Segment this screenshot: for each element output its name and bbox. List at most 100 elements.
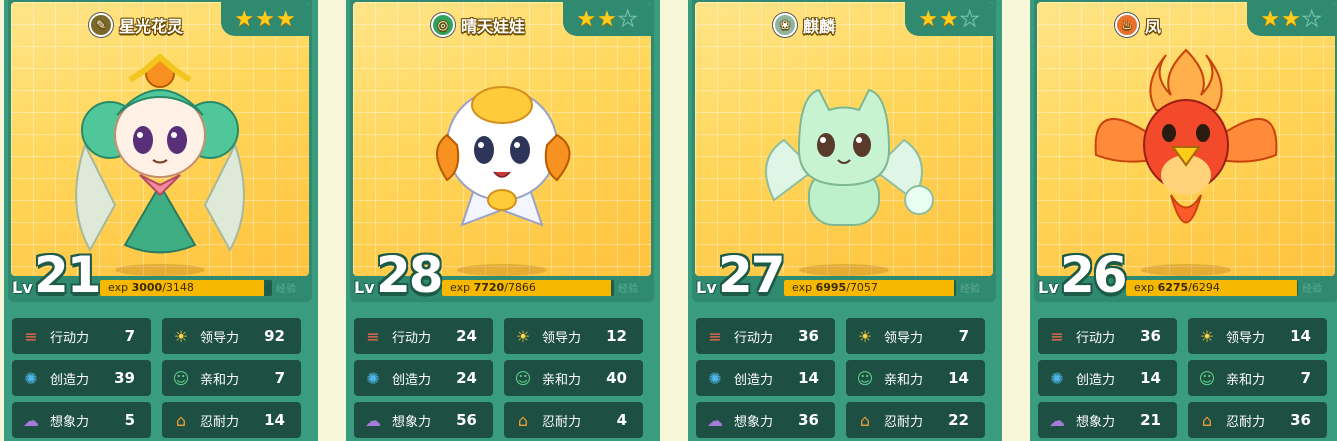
star-filled-icon: ★ — [939, 6, 959, 32]
wind-icon: ◎ — [431, 13, 455, 37]
cloud-element-icon: ❀ — [773, 13, 797, 37]
stat-speed: ≡ 行动力 7 — [12, 318, 151, 354]
cloud-icon: ☁ — [707, 410, 723, 430]
smile-icon: ☺ — [1198, 368, 1216, 388]
stat-label: 想象力 — [1076, 414, 1116, 430]
level-label: Lv — [354, 278, 375, 297]
shield-icon: ⌂ — [175, 410, 187, 430]
exp-text: exp 3000/3148 — [108, 281, 194, 294]
stat-label: 想象力 — [734, 414, 774, 430]
stat-value: 14 — [264, 411, 285, 429]
stat-sun: ☀ 领导力 12 — [504, 318, 643, 354]
rarity-stars: ★ ★ ★ — [905, 2, 993, 36]
stat-label: 行动力 — [734, 330, 774, 346]
stat-value: 22 — [948, 411, 969, 429]
sun-icon: ☀ — [1199, 326, 1215, 346]
rarity-stars: ★ ★ ★ — [563, 2, 651, 36]
stat-label: 创造力 — [50, 372, 90, 388]
stat-label: 想象力 — [392, 414, 432, 430]
stat-smile: ☺ 亲和力 7 — [162, 360, 301, 396]
bulb-icon: ✺ — [1050, 368, 1064, 388]
stat-sun: ☀ 领导力 7 — [846, 318, 985, 354]
bulb-icon: ✺ — [708, 368, 722, 388]
exp-text: exp 6995/7057 — [792, 281, 878, 294]
star-filled-icon: ★ — [918, 6, 939, 32]
stat-sun: ☀ 领导力 14 — [1188, 318, 1327, 354]
stat-bulb: ✺ 创造力 39 — [12, 360, 151, 396]
stat-value: 5 — [124, 411, 135, 429]
shield-icon: ⌂ — [1201, 410, 1213, 430]
stat-bulb: ✺ 创造力 14 — [696, 360, 835, 396]
exp-text: exp 6275/6294 — [1134, 281, 1220, 294]
pet-card[interactable]: ♨ 凤 ★ ★ ★ Lv 26 exp 6275/6294 经验 ≡ 行动力 36 ☀ 领导… — [1030, 0, 1337, 441]
exp-bar: exp 3000/3148 — [100, 280, 272, 296]
stat-smile: ☺ 亲和力 7 — [1188, 360, 1327, 396]
stat-label: 亲和力 — [200, 372, 240, 388]
star-filled-icon: ★ — [597, 6, 617, 32]
stat-cloud: ☁ 想象力 5 — [12, 402, 151, 438]
cloud-icon: ☁ — [23, 410, 39, 430]
stat-value: 36 — [798, 327, 819, 345]
pet-card[interactable]: ✎ 星光花灵 ★ ★ ★ Lv 21 exp 3000/3148 经验 ≡ 行动力 7 ☀… — [4, 0, 318, 441]
pet-card[interactable]: ❀ 麒麟 ★ ★ ★ Lv 27 exp 6995/7057 经验 ≡ 行动力 36 ☀ 领… — [688, 0, 1002, 441]
smile-icon: ☺ — [514, 368, 532, 388]
pet-name-label: ♨ 凤 — [1115, 12, 1161, 38]
stat-label: 忍耐力 — [542, 414, 582, 430]
star-filled-icon: ★ — [275, 6, 296, 32]
stat-speed: ≡ 行动力 36 — [696, 318, 835, 354]
level-number: 27 — [718, 246, 786, 304]
pet-sprite — [1081, 35, 1291, 269]
star-filled-icon: ★ — [255, 6, 275, 32]
star-filled-icon: ★ — [234, 6, 255, 32]
stat-value: 14 — [1140, 369, 1161, 387]
fire-icon: ♨ — [1115, 13, 1139, 37]
card-frame: ♨ 凤 ★ ★ ★ Lv 26 exp 6275/6294 经验 — [1034, 0, 1337, 304]
stat-value: 12 — [606, 327, 627, 345]
pet-name-label: ◎ 晴天娃娃 — [431, 12, 525, 38]
stat-cloud: ☁ 想象力 21 — [1038, 402, 1177, 438]
stat-speed: ≡ 行动力 36 — [1038, 318, 1177, 354]
stat-speed: ≡ 行动力 24 — [354, 318, 493, 354]
star-filled-icon: ★ — [1260, 6, 1281, 32]
stat-value: 14 — [948, 369, 969, 387]
sun-icon: ☀ — [173, 326, 189, 346]
stat-label: 亲和力 — [1226, 372, 1266, 388]
stat-value: 21 — [1140, 411, 1161, 429]
stat-label: 创造力 — [734, 372, 774, 388]
level-number: 28 — [376, 246, 444, 304]
stat-value: 36 — [798, 411, 819, 429]
sprite-shadow — [799, 264, 889, 276]
bulb-icon: ✺ — [24, 368, 38, 388]
level-number: 26 — [1060, 246, 1128, 304]
rarity-stars: ★ ★ ★ — [1247, 2, 1335, 36]
stat-value: 4 — [616, 411, 627, 429]
stat-value: 14 — [1290, 327, 1311, 345]
stat-value: 36 — [1290, 411, 1311, 429]
stat-shield: ⌂ 忍耐力 14 — [162, 402, 301, 438]
shield-icon: ⌂ — [859, 410, 871, 430]
pet-card[interactable]: ◎ 晴天娃娃 ★ ★ ★ Lv 28 exp 7720/7866 经验 ≡ 行动力 24… — [346, 0, 660, 441]
exp-watermark: 经验 — [618, 284, 638, 295]
cloud-icon: ☁ — [1049, 410, 1065, 430]
cloud-icon: ☁ — [365, 410, 381, 430]
stat-shield: ⌂ 忍耐力 4 — [504, 402, 643, 438]
stat-smile: ☺ 亲和力 40 — [504, 360, 643, 396]
stat-label: 领导力 — [1226, 330, 1266, 346]
stat-cloud: ☁ 想象力 36 — [696, 402, 835, 438]
card-frame: ◎ 晴天娃娃 ★ ★ ★ Lv 28 exp 7720/7866 经验 — [350, 0, 654, 304]
stat-label: 行动力 — [392, 330, 432, 346]
speed-icon: ≡ — [1050, 326, 1064, 346]
star-empty-icon: ★ — [1301, 6, 1322, 32]
sprite-shadow — [457, 264, 547, 276]
card-frame: ✎ 星光花灵 ★ ★ ★ Lv 21 exp 3000/3148 经验 — [8, 0, 312, 304]
stat-label: 亲和力 — [884, 372, 924, 388]
speed-icon: ≡ — [24, 326, 38, 346]
exp-watermark: 经验 — [1302, 284, 1322, 295]
exp-bar: exp 7720/7866 — [442, 280, 614, 296]
stat-label: 领导力 — [884, 330, 924, 346]
pet-name: 晴天娃娃 — [461, 17, 526, 36]
pet-name-label: ❀ 麒麟 — [773, 12, 835, 38]
exp-bar: exp 6275/6294 — [1126, 280, 1298, 296]
stat-value: 92 — [264, 327, 285, 345]
stat-label: 想象力 — [50, 414, 90, 430]
